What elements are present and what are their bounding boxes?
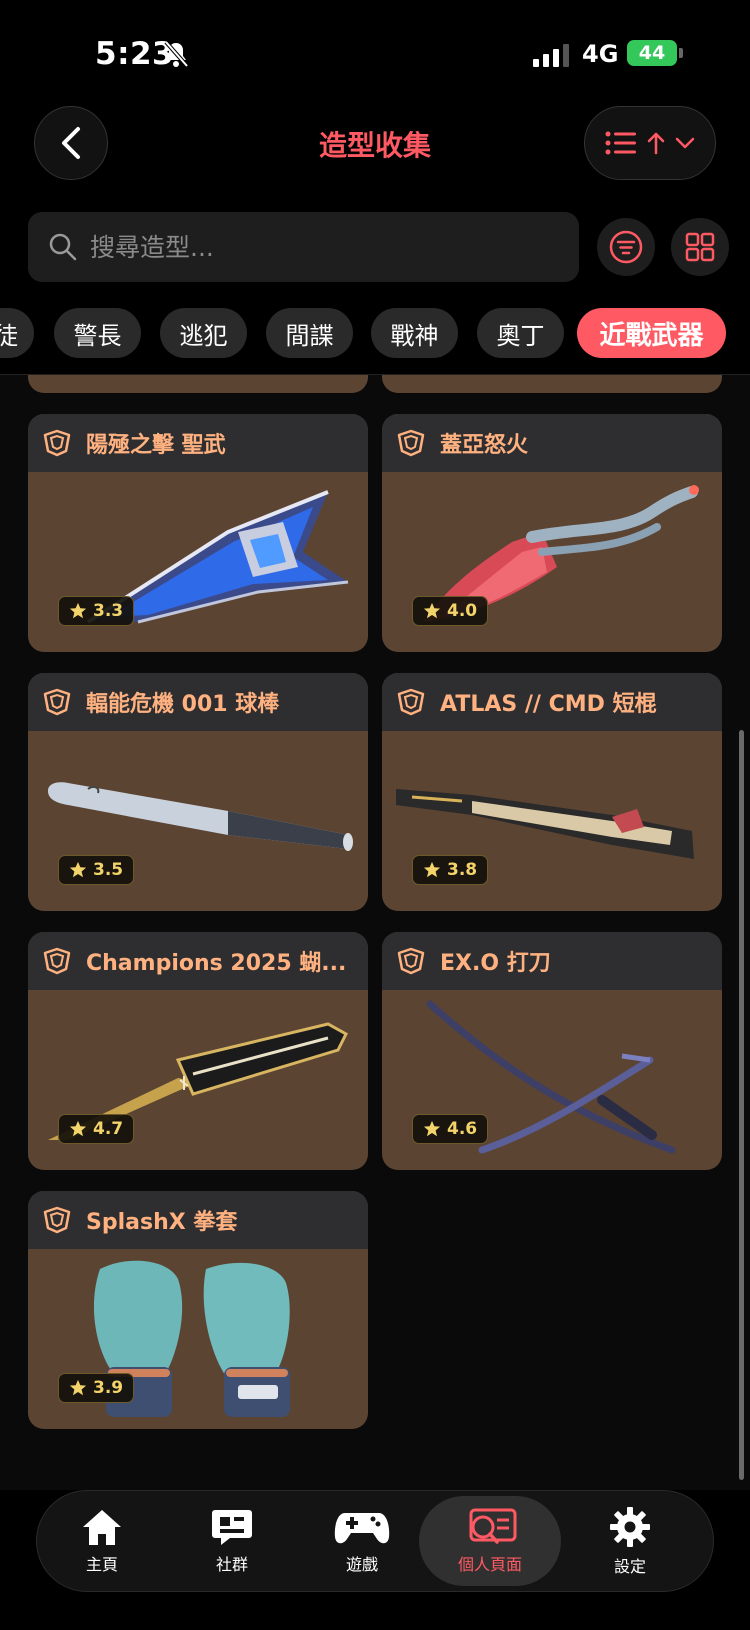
skin-name: Champions 2025 蝴... bbox=[86, 951, 347, 976]
status-bar: 5:23 4G 44 bbox=[0, 0, 750, 100]
signal-icon bbox=[533, 44, 569, 67]
category-tabs: 徒 警長 逃犯 間諜 戰神 奧丁 近戰武器 bbox=[0, 304, 750, 372]
home-icon bbox=[83, 1510, 121, 1545]
rating-value: 4.0 bbox=[447, 601, 478, 621]
sort-button[interactable] bbox=[584, 106, 716, 180]
tab-category-5[interactable]: 奧丁 bbox=[477, 308, 564, 358]
rating-badge: 3.3 bbox=[58, 596, 135, 626]
rating-badge: 4.6 bbox=[412, 1114, 489, 1144]
network-type: 4G bbox=[582, 40, 619, 68]
skin-grid: 陽殛之擊 聖武 3.3 蓋亞怒火 4.0 輻能危機 001 球棒 3.5 ATL… bbox=[0, 375, 750, 1490]
star-icon bbox=[423, 602, 441, 619]
nav-label: 個人頁面 bbox=[457, 1555, 522, 1574]
profile-search-icon bbox=[469, 1508, 517, 1544]
card-header: SplashX 拳套 bbox=[28, 1191, 368, 1249]
nav-label: 社群 bbox=[215, 1555, 248, 1574]
rating-value: 3.9 bbox=[93, 1378, 124, 1398]
scrollbar[interactable] bbox=[739, 730, 744, 1480]
rating-value: 3.5 bbox=[93, 860, 124, 880]
battery-icon: 44 bbox=[627, 40, 677, 66]
rating-badge: 3.8 bbox=[412, 855, 489, 885]
card-header: 蓋亞怒火 bbox=[382, 414, 722, 472]
tier-badge-icon bbox=[43, 1206, 71, 1234]
rating-value: 4.7 bbox=[93, 1119, 124, 1139]
card-header: ATLAS // CMD 短棍 bbox=[382, 673, 722, 731]
card-header: 陽殛之擊 聖武 bbox=[28, 414, 368, 472]
grid-view-button[interactable] bbox=[671, 218, 729, 276]
list-icon bbox=[605, 131, 636, 155]
bottom-nav: 主頁 社群 遊戲 個人頁面 設定 bbox=[36, 1490, 714, 1592]
search-input[interactable] bbox=[90, 232, 530, 262]
card-header: EX.O 打刀 bbox=[382, 932, 722, 990]
nav-label: 設定 bbox=[613, 1557, 646, 1576]
filter-icon bbox=[609, 230, 643, 264]
tier-badge-icon bbox=[43, 688, 71, 716]
skin-card[interactable]: ATLAS // CMD 短棍 3.8 bbox=[382, 673, 722, 911]
filter-button[interactable] bbox=[597, 218, 655, 276]
nav-item-settings[interactable]: 設定 bbox=[565, 1491, 695, 1591]
header: 造型收集 bbox=[0, 100, 750, 210]
star-icon bbox=[69, 602, 87, 619]
star-icon bbox=[69, 861, 87, 878]
skin-name: 蓋亞怒火 bbox=[440, 433, 529, 458]
tab-category-4[interactable]: 戰神 bbox=[371, 308, 458, 358]
nav-label: 遊戲 bbox=[345, 1555, 378, 1574]
nav-label: 主頁 bbox=[85, 1555, 118, 1574]
skin-card[interactable]: 陽殛之擊 聖武 3.3 bbox=[28, 414, 368, 652]
rating-badge: 3.5 bbox=[58, 855, 135, 885]
skin-card[interactable]: Champions 2025 蝴... 4.7 bbox=[28, 932, 368, 1170]
card-header: 輻能危機 001 球棒 bbox=[28, 673, 368, 731]
star-icon bbox=[423, 1120, 441, 1137]
rating-badge: 4.7 bbox=[58, 1114, 135, 1144]
tier-badge-icon bbox=[397, 688, 425, 716]
skin-card-partial[interactable] bbox=[382, 375, 722, 393]
tab-category-3[interactable]: 間諜 bbox=[266, 308, 353, 358]
skin-name: EX.O 打刀 bbox=[440, 951, 551, 976]
gamepad-icon bbox=[334, 1513, 390, 1544]
tier-badge-icon bbox=[43, 429, 71, 457]
bottom-nav-area: 主頁 社群 遊戲 個人頁面 設定 bbox=[0, 1490, 750, 1630]
rating-value: 4.6 bbox=[447, 1119, 478, 1139]
skin-name: 陽殛之擊 聖武 bbox=[86, 433, 226, 458]
chevron-down-icon bbox=[675, 137, 695, 149]
nav-item-profile[interactable]: 個人頁面 bbox=[419, 1496, 561, 1586]
rating-badge: 4.0 bbox=[412, 596, 489, 626]
skin-name: ATLAS // CMD 短棍 bbox=[440, 692, 657, 717]
tier-badge-icon bbox=[397, 429, 425, 457]
skin-card-partial[interactable] bbox=[28, 375, 368, 393]
rating-badge: 3.9 bbox=[58, 1373, 135, 1403]
skin-card[interactable]: 輻能危機 001 球棒 3.5 bbox=[28, 673, 368, 911]
star-icon bbox=[69, 1120, 87, 1137]
tab-category-1[interactable]: 警長 bbox=[54, 308, 141, 358]
gear-icon bbox=[610, 1507, 650, 1547]
chat-icon bbox=[212, 1510, 252, 1545]
grid-icon bbox=[685, 232, 715, 262]
search-bar[interactable] bbox=[28, 212, 579, 282]
skin-name: SplashX 拳套 bbox=[86, 1210, 238, 1235]
battery-cap bbox=[679, 48, 683, 58]
tab-category-6[interactable]: 近戰武器 bbox=[577, 308, 726, 358]
tier-badge-icon bbox=[43, 947, 71, 975]
arrow-up-icon bbox=[647, 132, 665, 155]
skin-name: 輻能危機 001 球棒 bbox=[86, 692, 280, 717]
search-icon bbox=[49, 233, 77, 261]
skin-card[interactable]: 蓋亞怒火 4.0 bbox=[382, 414, 722, 652]
rating-value: 3.8 bbox=[447, 860, 478, 880]
star-icon bbox=[69, 1379, 87, 1396]
nav-item-home[interactable]: 主頁 bbox=[37, 1491, 167, 1591]
tab-category-0[interactable]: 徒 bbox=[0, 308, 34, 358]
skin-card[interactable]: EX.O 打刀 4.6 bbox=[382, 932, 722, 1170]
battery-level: 44 bbox=[638, 42, 666, 64]
silent-bell-icon bbox=[163, 40, 189, 72]
rating-value: 3.3 bbox=[93, 601, 124, 621]
tab-category-2[interactable]: 逃犯 bbox=[160, 308, 247, 358]
nav-item-games[interactable]: 遊戲 bbox=[297, 1491, 427, 1591]
skin-card[interactable]: SplashX 拳套 3.9 bbox=[28, 1191, 368, 1429]
tier-badge-icon bbox=[397, 947, 425, 975]
nav-item-community[interactable]: 社群 bbox=[167, 1491, 297, 1591]
star-icon bbox=[423, 861, 441, 878]
card-header: Champions 2025 蝴... bbox=[28, 932, 368, 990]
